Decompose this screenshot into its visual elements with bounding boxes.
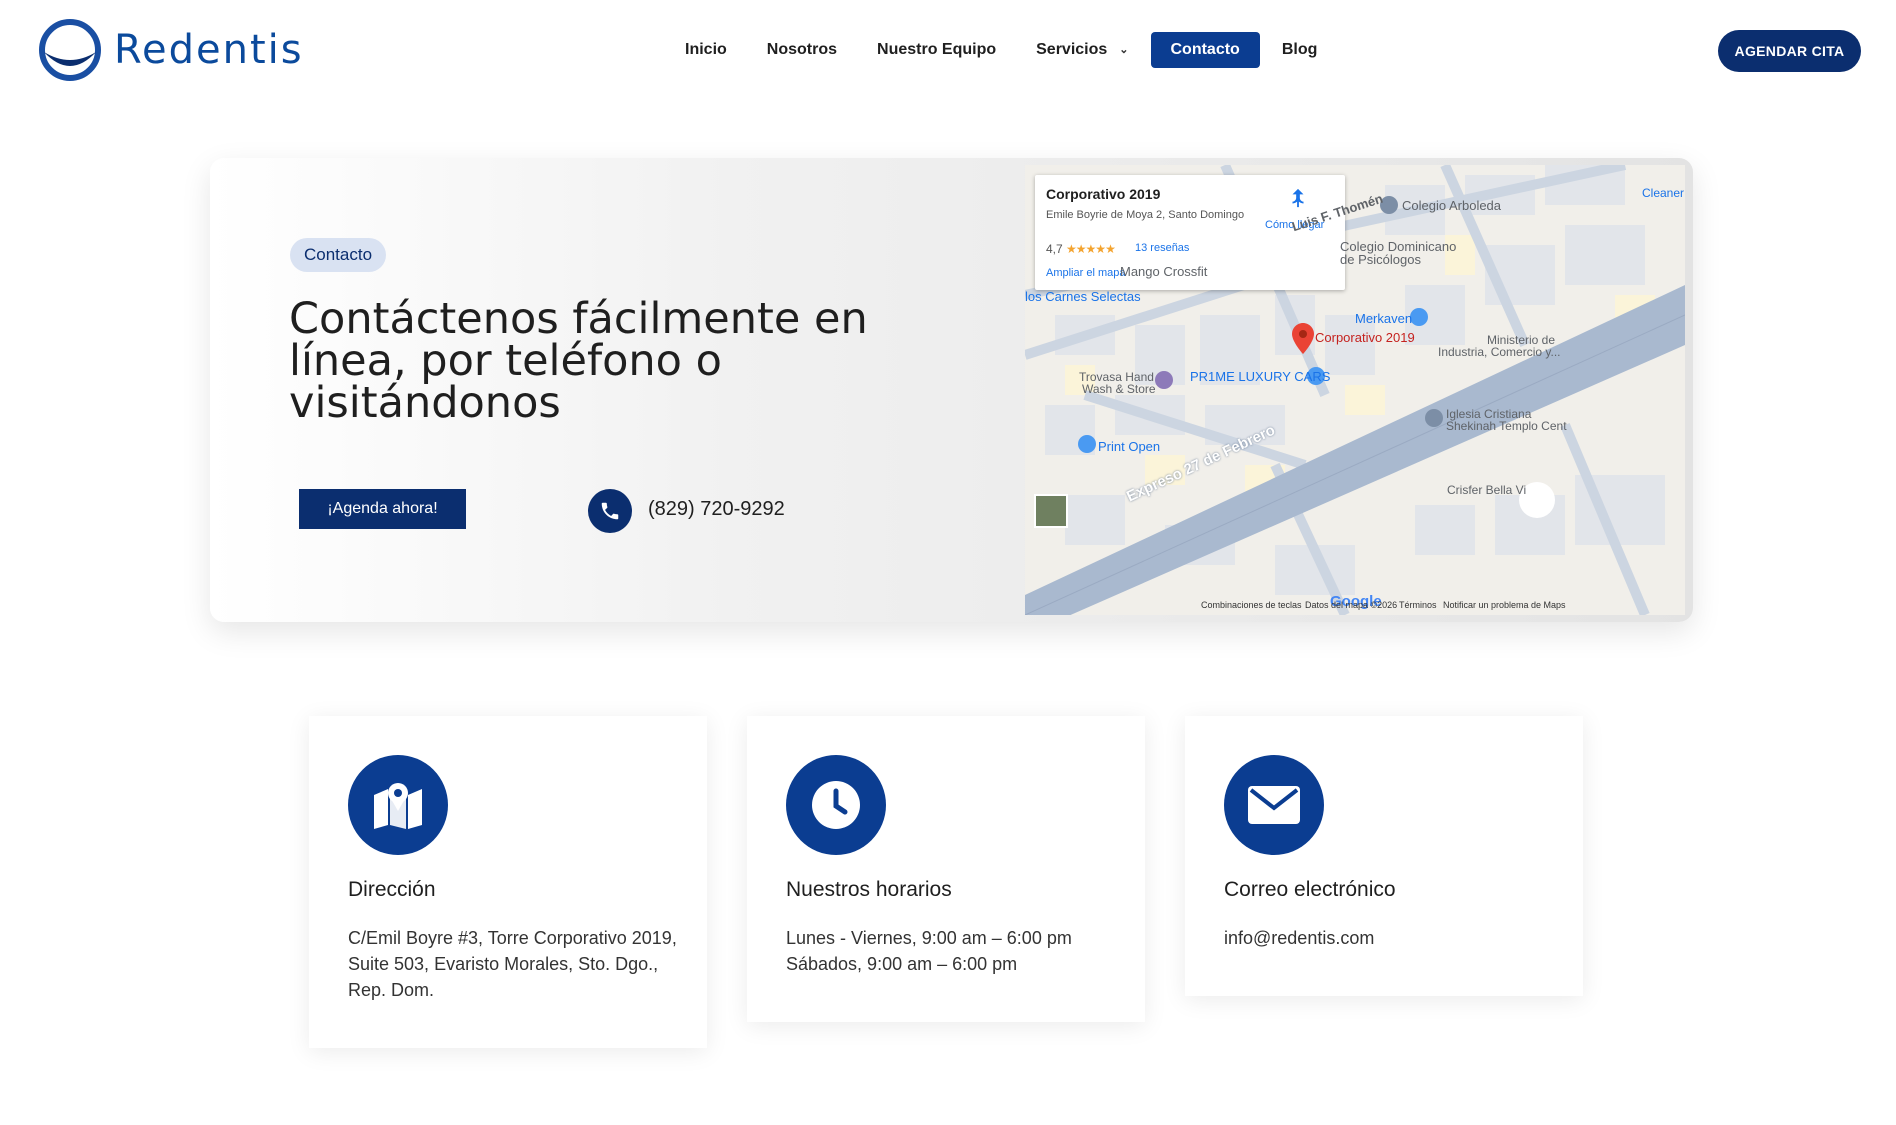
- hours-saturday: Sábados, 9:00 am – 6:00 pm: [786, 954, 1018, 974]
- map-label-trovasa-2: Wash & Store: [1082, 382, 1156, 396]
- hours-text: Lunes - Viernes, 9:00 am – 6:00 pm Sábad…: [786, 925, 1116, 977]
- expand-map-link[interactable]: Ampliar el mapa: [1046, 267, 1125, 279]
- hours-card: Nuestros horarios Lunes - Viernes, 9:00 …: [747, 716, 1145, 1022]
- map-footer: Combinaciones de teclas Datos del mapa ©…: [1025, 597, 1685, 615]
- brand-logo[interactable]: Redentis: [38, 18, 304, 82]
- embedded-map[interactable]: Corporativo 2019 Emile Boyrie de Moya 2,…: [1025, 165, 1685, 615]
- phone-number[interactable]: (829) 720-9292: [648, 498, 785, 521]
- chevron-down-icon: ⌄: [1119, 44, 1129, 56]
- directions-icon[interactable]: [1287, 187, 1309, 209]
- map-footer-data: Datos del mapa ©2026: [1305, 600, 1398, 610]
- email-title: Correo electrónico: [1224, 878, 1396, 901]
- site-header: Redentis Inicio Nosotros Nuestro Equipo …: [0, 0, 1896, 100]
- rating-value: 4,7: [1046, 242, 1063, 256]
- nav-item-blog[interactable]: Blog: [1262, 32, 1338, 68]
- nav-item-servicios[interactable]: Servicios ⌄: [1016, 32, 1148, 68]
- map-icon: [348, 755, 448, 855]
- map-label-iglesia-2: Shekinah Templo Cent: [1446, 419, 1567, 433]
- nav-item-contacto[interactable]: Contacto: [1150, 32, 1260, 68]
- map-label-cleaner: Cleaner Luxu: [1642, 186, 1685, 200]
- agendar-cita-button[interactable]: AGENDAR CITA: [1718, 30, 1861, 72]
- map-label-crisfer: Crisfer Bella Vi: [1447, 483, 1527, 497]
- map-label-ministerio-2: Industria, Comercio y...: [1438, 345, 1561, 359]
- map-label-carnes: los Carnes Selectas: [1025, 289, 1141, 304]
- map-label-arboleda: Colegio Arboleda: [1402, 198, 1502, 213]
- hero-card: Contacto Contáctenos fácilmente en línea…: [210, 158, 1693, 622]
- map-footer-terms[interactable]: Términos: [1399, 600, 1437, 610]
- map-label-pin: Corporativo 2019: [1315, 330, 1415, 345]
- map-footer-report[interactable]: Notificar un problema de Maps: [1443, 600, 1566, 610]
- brand-name: Redentis: [114, 27, 304, 73]
- map-label-psicologos-2: de Psicólogos: [1340, 252, 1421, 267]
- agenda-ahora-button[interactable]: ¡Agenda ahora!: [299, 489, 466, 529]
- map-label-prime: PR1ME LUXURY CARS: [1190, 369, 1331, 384]
- nav-item-inicio[interactable]: Inicio: [665, 32, 747, 68]
- hours-weekdays: Lunes - Viernes, 9:00 am – 6:00 pm: [786, 928, 1072, 948]
- rating-stars-icon: ★★★★★: [1066, 242, 1116, 256]
- clock-icon: [786, 755, 886, 855]
- map-label-merkaven: Merkaven: [1355, 311, 1413, 326]
- section-pill: Contacto: [290, 238, 387, 272]
- place-address: Emile Boyrie de Moya 2, Santo Domingo: [1046, 209, 1245, 221]
- place-rating: 4,7 ★★★★★: [1046, 242, 1116, 256]
- map-label-mango: Mango Crossfit: [1120, 264, 1208, 279]
- reviews-link[interactable]: 13 reseñas: [1135, 242, 1189, 254]
- email-card: Correo electrónico info@redentis.com: [1185, 716, 1583, 996]
- address-card: Dirección C/Emil Boyre #3, Torre Corpora…: [309, 716, 707, 1048]
- email-address[interactable]: info@redentis.com: [1224, 925, 1554, 951]
- hours-title: Nuestros horarios: [786, 878, 952, 901]
- phone-icon[interactable]: [588, 489, 632, 533]
- nav-item-nuestro-equipo[interactable]: Nuestro Equipo: [857, 32, 1016, 68]
- map-label-print: Print Open: [1098, 439, 1161, 454]
- place-title: Corporativo 2019: [1046, 186, 1161, 202]
- map-footer-shortcuts[interactable]: Combinaciones de teclas: [1201, 600, 1302, 610]
- envelope-icon: [1224, 755, 1324, 855]
- hero-title: Contáctenos fácilmente en línea, por tel…: [289, 294, 868, 428]
- nav-item-servicios-label: Servicios: [1036, 41, 1108, 58]
- address-title: Dirección: [348, 878, 436, 901]
- logo-icon: [38, 18, 102, 82]
- address-text: C/Emil Boyre #3, Torre Corporativo 2019,…: [348, 928, 677, 1000]
- main-nav: Inicio Nosotros Nuestro Equipo Servicios…: [665, 32, 1337, 68]
- nav-item-nosotros[interactable]: Nosotros: [747, 32, 857, 68]
